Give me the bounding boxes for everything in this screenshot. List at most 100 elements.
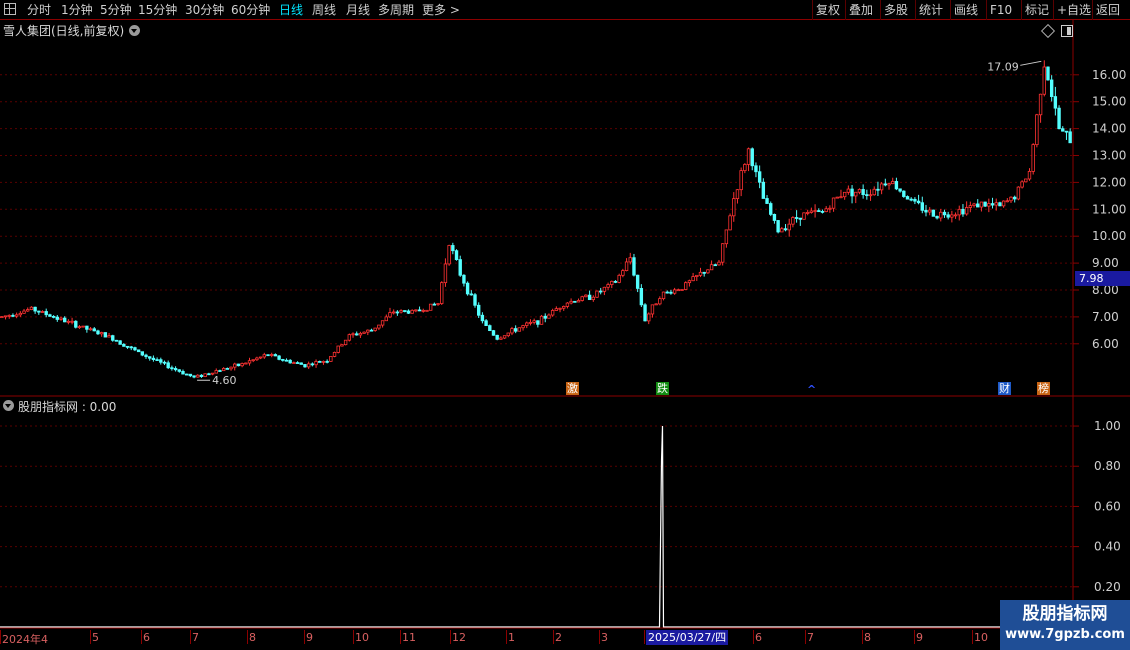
candle-body: [77, 326, 82, 329]
toolbar-action-2[interactable]: 多股: [884, 2, 908, 18]
candle-body: [1064, 130, 1069, 133]
candle-body: [998, 202, 1002, 207]
candle-body: [1013, 196, 1017, 200]
max-price-arrow: [1020, 60, 1042, 66]
candle-body: [513, 328, 518, 332]
candle-body: [676, 289, 681, 292]
candle-body: [284, 359, 289, 362]
candle-body: [266, 354, 270, 357]
period-tab-2[interactable]: 5分钟: [100, 2, 132, 18]
candle-body: [573, 300, 577, 303]
candle-body: [59, 317, 63, 320]
candle-body: [103, 332, 108, 338]
period-tab-0[interactable]: 分时: [27, 2, 51, 18]
candle-body: [632, 257, 636, 276]
y-tick-label: 13.00: [1092, 149, 1126, 163]
candle-body: [270, 354, 274, 356]
candle-body: [950, 214, 954, 218]
candle-body: [820, 210, 825, 213]
toolbar-separator: [1092, 0, 1093, 20]
toolbar-action-5[interactable]: F10: [990, 2, 1012, 18]
event-marker-2[interactable]: ^: [806, 383, 817, 396]
candle-body: [743, 164, 747, 172]
event-marker-1[interactable]: 跌: [656, 382, 669, 395]
candle-body: [173, 368, 178, 371]
candle-body: [125, 345, 130, 348]
candle-body: [281, 358, 285, 361]
event-marker-4[interactable]: 榜: [1037, 382, 1050, 395]
event-marker-3[interactable]: 财: [998, 382, 1011, 395]
grid-menu-icon[interactable]: [4, 3, 16, 15]
candle-body: [484, 320, 488, 327]
candle-body: [528, 321, 533, 324]
x-tick: [304, 630, 305, 644]
toolbar-action-6[interactable]: 标记: [1025, 2, 1049, 18]
candle-body: [587, 294, 592, 301]
candle-body: [491, 330, 496, 336]
candle-body: [750, 148, 754, 167]
period-tab-10[interactable]: 更多 >: [422, 2, 460, 18]
candle-body: [181, 370, 185, 375]
x-tick: [862, 630, 863, 644]
candle-body: [706, 269, 710, 274]
candle-body: [891, 181, 895, 185]
candle-body: [879, 183, 884, 191]
y-tick-label: 15.00: [1092, 95, 1126, 109]
candle-body: [1024, 178, 1028, 183]
candle-body: [872, 188, 876, 196]
candle-body: [473, 294, 477, 306]
candle-body: [876, 188, 880, 191]
period-tab-9[interactable]: 多周期: [378, 2, 414, 18]
candle-body: [406, 310, 411, 314]
candle-body: [288, 359, 292, 364]
candle-body: [1061, 128, 1065, 132]
candle-body: [931, 209, 936, 217]
watermark-title: 股朋指标网: [1022, 604, 1108, 624]
indicator-y-tick-label: 0.20: [1094, 580, 1121, 594]
toolbar-separator: [845, 0, 846, 20]
toolbar-action-8[interactable]: 返回: [1096, 2, 1120, 18]
period-tab-1[interactable]: 1分钟: [61, 2, 93, 18]
period-tab-8[interactable]: 月线: [346, 2, 370, 18]
candle-body: [188, 373, 193, 377]
chevron-down-icon[interactable]: [129, 25, 140, 36]
candle-body: [709, 264, 714, 271]
candle-body: [233, 363, 237, 368]
candle-body: [776, 220, 780, 233]
panel-toggle-icon[interactable]: [1061, 25, 1073, 37]
candle-body: [0, 316, 4, 319]
toolbar-action-0[interactable]: 复权: [816, 2, 840, 18]
candle-body: [846, 188, 851, 193]
event-marker-0[interactable]: 激: [566, 382, 579, 395]
candle-body: [806, 212, 810, 214]
candle-body: [203, 373, 207, 377]
x-axis-label: 2: [555, 631, 562, 644]
candle-body: [565, 302, 570, 307]
candle-body: [621, 270, 625, 276]
candle-body: [140, 351, 145, 356]
x-axis-label: 8: [864, 631, 871, 644]
period-tab-4[interactable]: 30分钟: [185, 2, 224, 18]
toolbar-action-1[interactable]: 叠加: [849, 2, 873, 18]
x-tick: [247, 630, 248, 644]
period-tab-6[interactable]: 日线: [279, 2, 303, 18]
candle-body: [74, 320, 78, 328]
candle-body: [794, 217, 799, 219]
candle-body: [118, 340, 122, 345]
x-tick: [914, 630, 915, 644]
indicator-chevron-icon[interactable]: [3, 400, 14, 411]
toolbar-action-7[interactable]: +自选: [1057, 2, 1091, 18]
candle-body: [199, 374, 204, 377]
period-tab-3[interactable]: 15分钟: [138, 2, 177, 18]
candle-body: [362, 331, 366, 334]
period-tab-7[interactable]: 周线: [312, 2, 336, 18]
toolbar-action-4[interactable]: 画线: [954, 2, 978, 18]
candle-body: [380, 320, 385, 326]
toolbar-separator: [1053, 0, 1054, 20]
candle-body: [772, 213, 777, 221]
indicator-line: [0, 426, 1000, 628]
toolbar-action-3[interactable]: 统计: [919, 2, 943, 18]
candle-body: [539, 315, 544, 325]
candle-body: [417, 309, 422, 312]
period-tab-5[interactable]: 60分钟: [231, 2, 270, 18]
